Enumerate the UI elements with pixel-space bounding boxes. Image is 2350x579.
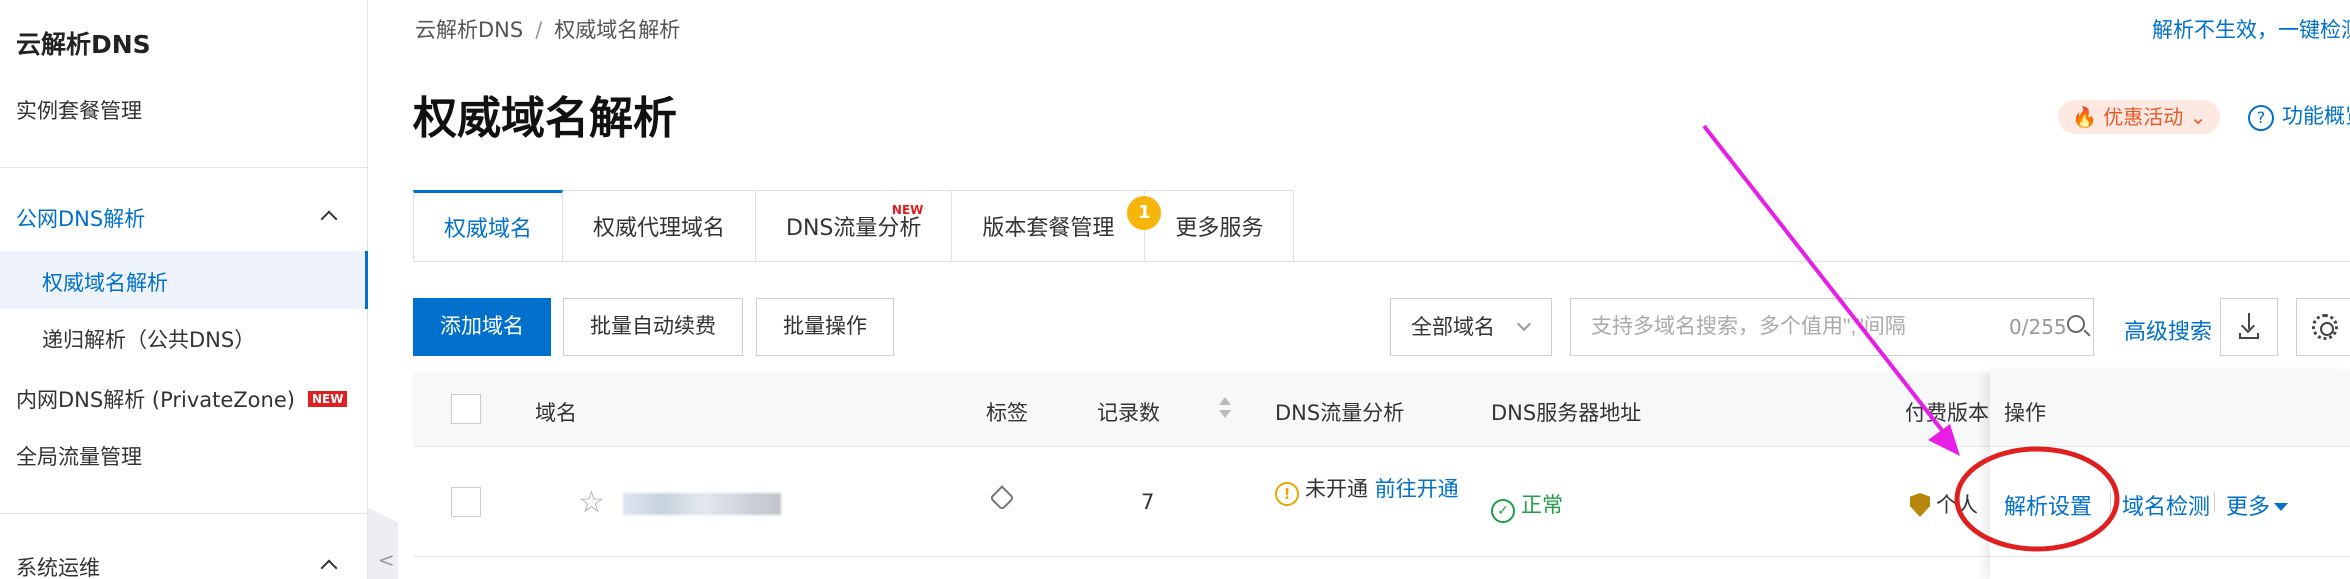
fire-icon: 🔥 [2072,105,2097,129]
col-records[interactable]: 记录数 [1097,397,1160,427]
action-separator [2110,492,2111,512]
sidebar-item-instance-plans[interactable]: 实例套餐管理 [16,95,142,125]
breadcrumb-root[interactable]: 云解析DNS [415,18,523,42]
domain-name-redacted[interactable] [623,493,781,515]
col-domain: 域名 [535,401,577,425]
tab-label: 权威代理域名 [593,216,726,241]
add-domain-button[interactable]: 添加域名 [413,298,551,356]
tab-proxy-domains[interactable]: 权威代理域名 [563,190,757,262]
dns-check-link[interactable]: 解析不生效，一键检测 [2152,14,2350,44]
sidebar-divider [0,167,368,168]
tab-label: 版本套餐管理 [982,216,1115,241]
sidebar-item-public-dns[interactable]: 公网DNS解析 [16,203,145,233]
edition-label: 个人 [1936,493,1978,517]
search-input[interactable] [1591,299,1991,355]
sidebar-item-ops[interactable]: 系统运维 [16,552,100,579]
tab-authoritative-domains[interactable]: 权威域名 [413,190,564,262]
more-label: 更多 [2226,495,2271,520]
warning-icon: ! [1275,482,1299,506]
advanced-search-link[interactable]: 高级搜索 [2124,314,2212,346]
check-circle-icon: ✓ [1491,499,1515,523]
tab-label: 权威域名 [444,217,533,242]
col-tag: 标签 [986,401,1028,425]
col-dns-server: DNS服务器地址 [1491,401,1642,425]
batch-renew-button[interactable]: 批量自动续费 [563,298,743,356]
domain-filter-select[interactable]: 全部域名 [1390,298,1552,356]
new-tag: NEW [891,203,924,217]
question-icon: ? [2248,105,2274,131]
notification-badge: 1 [1127,196,1162,230]
promo-label: 优惠活动 [2103,105,2184,129]
tab-bar: 权威域名 权威代理域名 DNS流量分析 NEW 版本套餐管理 1 更多服务 [413,190,1295,262]
sidebar-item-private-zone[interactable]: 内网DNS解析 (PrivateZone) [16,384,295,414]
actions-column: 操作 解析设置 域名检测 更多 [1990,372,2350,579]
breadcrumb-current: 权威域名解析 [554,18,681,42]
domain-filter-value: 全部域名 [1411,315,1495,339]
batch-operations-button[interactable]: 批量操作 [756,298,894,356]
search-icon[interactable] [2067,315,2085,333]
page-title: 权威域名解析 [413,93,677,144]
col-edition: 付费版本 [1905,401,1989,425]
chevron-down-icon [1516,316,1532,332]
download-icon [2239,313,2259,339]
sidebar-divider [0,513,368,514]
sidebar-item-global-traffic[interactable]: 全局流量管理 [16,441,142,471]
chevron-up-icon[interactable] [320,559,338,577]
traffic-status: 未开通 [1305,477,1368,501]
breadcrumb-separator: / [535,18,543,42]
settings-button[interactable] [2296,298,2350,356]
tag-icon[interactable] [989,485,1015,511]
dns-status-label: 正常 [1521,493,1563,517]
chevron-down-icon: ⌄ [2189,105,2207,129]
sidebar-item-authoritative-dns[interactable]: 权威域名解析 [42,267,168,297]
dns-status: ✓ 正常 [1491,489,1563,523]
domain-check-link[interactable]: 域名检测 [2122,489,2210,521]
tabs-divider [413,261,2350,262]
caret-down-icon [2274,503,2289,511]
star-icon[interactable]: ☆ [578,485,605,520]
actions-header: 操作 [1990,372,2350,447]
sidebar-item-recursive-dns[interactable]: 递归解析（公共DNS） [42,324,255,354]
sort-icon[interactable] [1219,397,1231,421]
tab-dns-traffic[interactable]: DNS流量分析 NEW [756,190,953,262]
help-link[interactable]: ? 功能概览 [2248,100,2350,131]
tab-more-services[interactable]: 1 更多服务 [1127,190,1295,262]
enable-traffic-link[interactable]: 前往开通 [1375,477,1459,501]
promo-button[interactable]: 🔥 优惠活动 ⌄ [2058,100,2221,134]
row-checkbox[interactable] [451,487,481,517]
search-count: 0/255 [2009,315,2067,339]
edition-cell: 个人 [1910,489,1978,519]
shield-icon [1910,493,1930,517]
search-box: 0/255 [1570,298,2094,356]
chevron-up-icon[interactable] [320,210,338,228]
breadcrumb: 云解析DNS / 权威域名解析 [415,14,680,44]
col-traffic: DNS流量分析 [1275,401,1405,425]
col-actions: 操作 [2004,401,2046,425]
dns-settings-link[interactable]: 解析设置 [2004,489,2092,521]
help-label: 功能概览 [2282,104,2350,128]
actions-row: 解析设置 域名检测 更多 [1990,447,2350,557]
download-button[interactable] [2220,298,2278,356]
traffic-cell: ! 未开通 前往开通 [1275,473,1459,506]
tab-plan-management[interactable]: 版本套餐管理 [952,190,1146,262]
action-separator [2214,492,2215,512]
tab-label: 更多服务 [1175,216,1264,241]
select-all-checkbox[interactable] [451,394,481,424]
new-tag: NEW [308,391,348,407]
sidebar: 云解析DNS 实例套餐管理 公网DNS解析 权威域名解析 递归解析（公共DNS）… [0,0,368,579]
gear-icon [2312,314,2338,340]
record-count: 7 [1141,490,1155,514]
more-actions-link[interactable]: 更多 [2226,489,2289,521]
sidebar-title: 云解析DNS [16,30,151,59]
